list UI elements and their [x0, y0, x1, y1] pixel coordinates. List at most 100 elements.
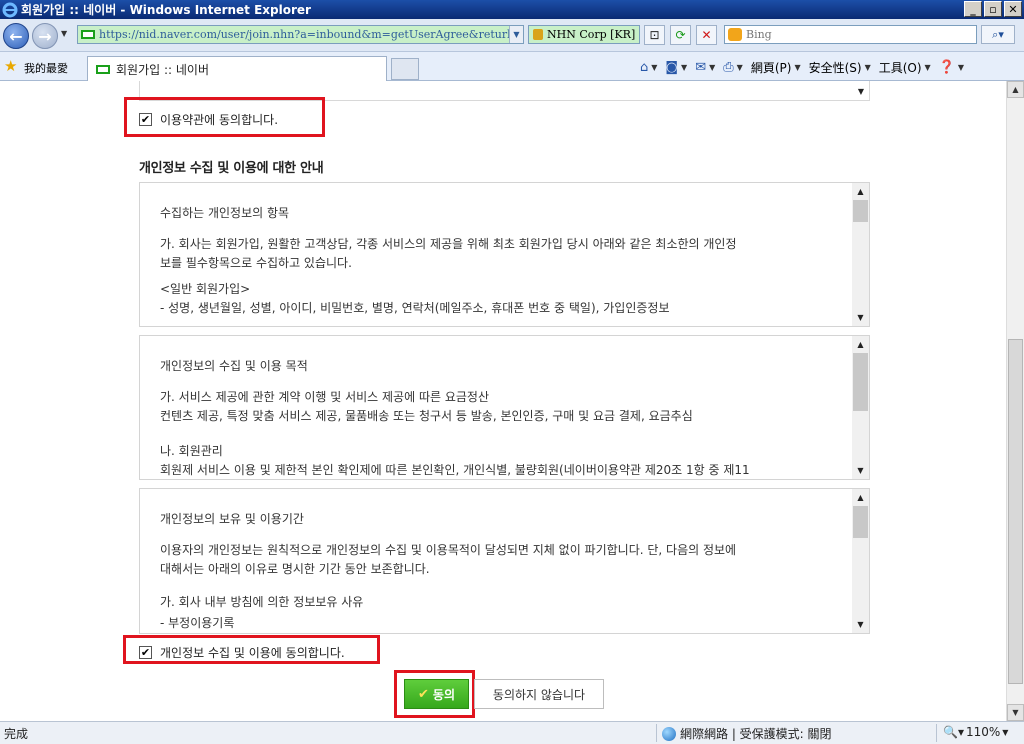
stop-icon[interactable]: ✕: [696, 25, 717, 45]
close-button[interactable]: ✕: [1004, 1, 1022, 17]
home-icon: ⌂: [640, 59, 649, 75]
status-text: 完成: [4, 727, 29, 741]
scroll-thumb[interactable]: [853, 353, 868, 411]
title-bar: 회원가입 :: 네이버 - Windows Internet Explorer …: [0, 0, 1024, 19]
status-divider: [656, 724, 657, 742]
policy-line: 수집하는 개인정보의 항목: [160, 206, 290, 220]
new-tab-button[interactable]: [391, 58, 419, 80]
disagree-button-label: 동의하지 않습니다: [492, 687, 586, 702]
home-button[interactable]: ⌂ ▼: [640, 60, 657, 75]
scroll-up-icon[interactable]: ▲: [1007, 81, 1024, 98]
search-button[interactable]: ⌕▾: [981, 25, 1015, 44]
forward-arrow-icon: →: [38, 26, 52, 46]
history-dropdown-icon[interactable]: ▼: [61, 29, 67, 38]
policy-box-usage-purpose[interactable]: 개인정보의 수집 및 이용 목적 가. 서비스 제공에 관한 계약 이행 및 서…: [139, 335, 870, 480]
policy-line: 회원제 서비스 이용 및 제한적 본인 확인제에 따른 본인확인, 개인식별, …: [160, 463, 750, 477]
scroll-up-icon[interactable]: ▲: [852, 489, 869, 506]
policy-box-retention-period[interactable]: 개인정보의 보유 및 이용기간 이용자의 개인정보는 원칙적으로 개인정보의 수…: [139, 488, 870, 634]
favorites-label[interactable]: 我的最愛: [24, 60, 68, 76]
help-icon: ❓: [938, 59, 955, 75]
policy-line: - 성명, 생년월일, 성별, 아이디, 비밀번호, 별명, 연락처(메일주소,…: [160, 301, 670, 315]
status-divider: [936, 724, 937, 742]
favorites-star-icon[interactable]: ★: [4, 58, 20, 74]
policy-scrollbar[interactable]: ▲ ▼: [852, 489, 869, 633]
tab-favicon-icon: [96, 64, 110, 74]
security-zone[interactable]: 網際網路 | 受保護模式: 關閉: [662, 725, 832, 742]
scroll-thumb[interactable]: [853, 200, 868, 222]
zoom-level: 110%: [965, 725, 1001, 739]
lock-icon: [533, 29, 543, 40]
safety-menu[interactable]: 安全性(S) ▼: [809, 59, 871, 76]
page-scrollbar[interactable]: ▲ ▼: [1006, 81, 1024, 721]
mail-icon: ✉: [695, 59, 707, 75]
address-dropdown-icon[interactable]: ▼: [509, 26, 523, 43]
scroll-down-icon[interactable]: ▼: [1007, 704, 1024, 721]
scroll-down-icon[interactable]: ▼: [852, 309, 869, 326]
policy-line: 보를 필수항목으로 수집하고 있습니다.: [160, 256, 352, 270]
scroll-down-icon[interactable]: ▼: [852, 616, 869, 633]
maximize-button[interactable]: ▫: [984, 1, 1002, 17]
zone-label: 網際網路 | 受保護模式: 關閉: [680, 727, 832, 741]
security-report[interactable]: NHN Corp [KR]: [528, 25, 640, 44]
address-bar[interactable]: https://nid.naver.com/user/join.nhn?a=in…: [77, 25, 524, 44]
highlight-frame: [124, 97, 325, 137]
forward-button[interactable]: →: [32, 23, 58, 49]
refresh-icon[interactable]: ⟳: [670, 25, 691, 45]
scroll-thumb[interactable]: [853, 506, 868, 538]
printer-icon: ⎙: [723, 59, 734, 75]
policy-scrollbar[interactable]: ▲ ▼: [852, 336, 869, 479]
feeds-button[interactable]: ◙ ▼: [665, 60, 687, 75]
policy-line: 컨텐츠 제공, 특정 맞춤 서비스 제공, 물품배송 또는 청구서 등 발송, …: [160, 409, 693, 423]
highlight-frame: [123, 635, 380, 664]
policy-line: 이용자의 개인정보는 원칙적으로 개인정보의 수집 및 이용목적이 달성되면 지…: [160, 543, 737, 557]
back-arrow-icon: ←: [9, 26, 23, 46]
zoom-dropdown-icon: ▼: [1002, 727, 1009, 737]
cert-label: NHN Corp [KR]: [547, 28, 636, 41]
back-button[interactable]: ←: [3, 23, 29, 49]
search-placeholder: Bing: [746, 28, 772, 41]
scroll-thumb[interactable]: [1008, 339, 1023, 684]
scroll-down-icon[interactable]: ▼: [853, 82, 869, 100]
policy-line: - 부정이용기록: [160, 616, 235, 630]
address-toolbar: ← → ▼ https://nid.naver.com/user/join.nh…: [0, 19, 1024, 52]
disagree-button[interactable]: 동의하지 않습니다: [474, 679, 604, 709]
scroll-up-icon[interactable]: ▲: [852, 183, 869, 200]
page-menu-label: 網頁(P): [750, 60, 792, 75]
scroll-up-icon[interactable]: ▲: [852, 336, 869, 353]
policy-line: 대해서는 아래의 이유로 명시한 기간 동안 보존합니다.: [160, 562, 430, 576]
compatibility-view-icon[interactable]: ⊡: [644, 25, 665, 45]
search-input[interactable]: Bing: [724, 25, 977, 44]
policy-text: 개인정보의 수집 및 이용 목적 가. 서비스 제공에 관한 계약 이행 및 서…: [160, 357, 852, 479]
policy-box-collect-items[interactable]: 수집하는 개인정보의 항목 가. 회사는 회원가입, 원활한 고객상담, 각종 …: [139, 182, 870, 327]
print-button[interactable]: ⎙ ▼: [723, 60, 743, 75]
policy-line: <일반 회원가입>: [160, 282, 251, 296]
globe-icon: [662, 726, 676, 741]
policy-text: 수집하는 개인정보의 항목 가. 회사는 회원가입, 원활한 고객상담, 각종 …: [160, 204, 852, 318]
minimize-button[interactable]: _: [964, 1, 982, 17]
page-content: ▼ ✔ 이용약관에 동의합니다. 개인정보 수집 및 이용에 대한 안내 수집하…: [0, 81, 1006, 721]
tools-menu[interactable]: 工具(O) ▼: [879, 59, 931, 76]
policy-line: 가. 회사 내부 방침에 의한 정보보유 사유: [160, 595, 364, 609]
ie-logo-icon: [2, 2, 18, 17]
help-button[interactable]: ❓ ▼: [939, 60, 964, 75]
command-bar: ⌂ ▼ ◙ ▼ ✉ ▼ ⎙ ▼ 網頁(P) ▼ 安全性(S) ▼ 工具(O) ▼ ❓ ▼: [640, 56, 964, 78]
policy-scrollbar[interactable]: ▲ ▼: [852, 183, 869, 326]
policy-line: 가. 서비스 제공에 관한 계약 이행 및 서비스 제공에 따른 요금정산: [160, 390, 490, 404]
page-menu[interactable]: 網頁(P) ▼: [751, 59, 801, 76]
policy-line: 나. 회원관리: [160, 444, 223, 458]
favorites-bar: ★ 我的最愛 회원가입 :: 네이버 ⌂ ▼ ◙ ▼ ✉ ▼ ⎙ ▼ 網頁(P) ▼ 安全…: [0, 52, 1024, 81]
tab-title: 회원가입 :: 네이버: [116, 62, 209, 77]
scroll-down-icon[interactable]: ▼: [852, 462, 869, 479]
tab-naver-join[interactable]: 회원가입 :: 네이버: [87, 56, 387, 81]
section-title: 개인정보 수집 및 이용에 대한 안내: [139, 161, 324, 176]
zoom-control[interactable]: 🔍▾ 110% ▼: [943, 725, 1008, 739]
window-title: 회원가입 :: 네이버 - Windows Internet Explorer: [21, 3, 311, 17]
policy-line: 개인정보의 수집 및 이용 목적: [160, 359, 308, 373]
site-favicon-icon: [81, 30, 95, 39]
url-text[interactable]: https://nid.naver.com/user/join.nhn?a=in…: [99, 28, 523, 41]
policy-text: 개인정보의 보유 및 이용기간 이용자의 개인정보는 원칙적으로 개인정보의 수…: [160, 510, 852, 633]
tools-menu-label: 工具(O): [878, 60, 922, 75]
safety-menu-label: 安全性(S): [808, 60, 862, 75]
rss-icon: ◙: [665, 59, 679, 75]
mail-button[interactable]: ✉ ▼: [695, 60, 715, 75]
